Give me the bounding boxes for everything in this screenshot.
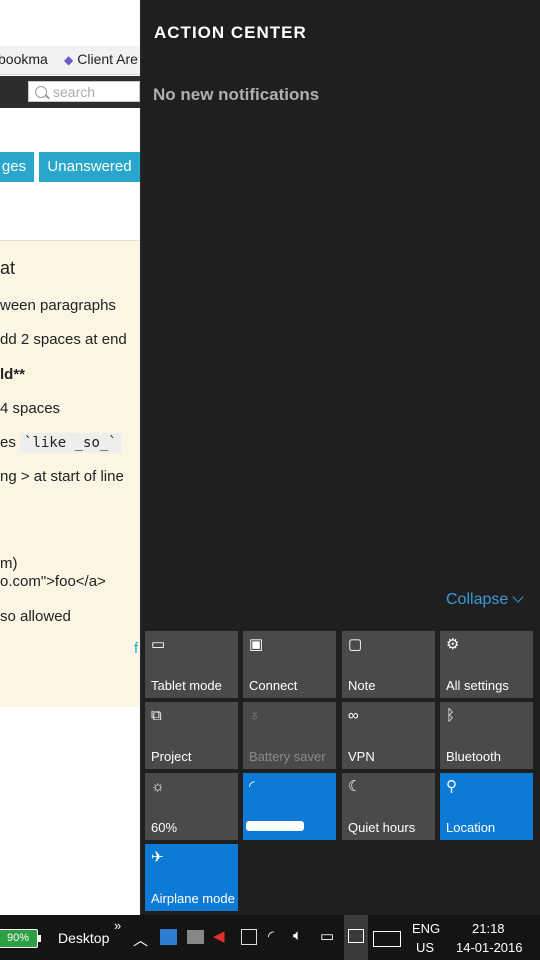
tile-project[interactable]: ⧉ Project [145, 702, 238, 769]
desktop-toolbar-label[interactable]: Desktop [58, 930, 109, 946]
tile-connect[interactable]: ▣ Connect [243, 631, 336, 698]
action-center-button[interactable] [344, 915, 368, 960]
notifications-empty-message: No new notifications [153, 85, 320, 104]
language-indicator[interactable]: ENG [412, 921, 440, 936]
tray-app-icon[interactable] [160, 929, 177, 945]
tile-location[interactable]: ⚲ Location [440, 773, 533, 840]
language-region[interactable]: US [416, 940, 434, 955]
airplane-icon: ✈ [151, 849, 164, 866]
help-line: so allowed [0, 608, 71, 625]
toolbar-more-chevron-icon[interactable]: » [114, 918, 121, 933]
browser-window: bookma ◆ Client Are search ges Unanswered… [0, 0, 140, 915]
tile-label: Connect [249, 678, 298, 693]
formatting-help-panel: at ween paragraphs dd 2 spaces at end ld… [0, 240, 140, 707]
wifi-icon: ◜ [249, 778, 255, 795]
help-line: ween paragraphs [0, 297, 116, 314]
project-icon: ⧉ [151, 707, 162, 724]
volume-icon[interactable]: 🔈︎ [293, 927, 302, 944]
tile-note[interactable]: ▢ Note [342, 631, 435, 698]
tile-quiet-hours[interactable]: ☾ Quiet hours [342, 773, 435, 840]
gear-icon: ⚙ [446, 636, 460, 653]
tile-label: All settings [446, 678, 509, 693]
taskbar: 90% Desktop » ︿ ◀ ◜ 🔈︎ ▭ ENG US 21:18 14… [0, 915, 540, 960]
tile-label: Project [151, 749, 192, 764]
bookmark-item[interactable]: bookma [0, 51, 48, 67]
clock-time[interactable]: 21:18 [472, 921, 505, 936]
help-line: ld** [0, 366, 26, 383]
help-heading: at [0, 258, 16, 278]
tile-battery-saver[interactable]: ♁ Battery saver [243, 702, 336, 769]
location-icon: ⚲ [446, 778, 457, 795]
collapse-label: Collapse [446, 591, 509, 608]
action-center-panel: ACTION CENTER No new notifications Colla… [140, 0, 540, 915]
help-line: es `like _so_` [0, 433, 121, 453]
tile-label: Note [348, 678, 376, 693]
wifi-icon[interactable]: ◜ [268, 927, 274, 945]
brightness-icon: ☼ [151, 778, 165, 795]
tile-label: Quiet hours [348, 820, 416, 835]
bookmark-favicon-icon: ◆ [64, 53, 74, 67]
battery-saver-icon: ♁ [249, 707, 261, 724]
bookmark-item-client-area[interactable]: ◆ Client Are [64, 51, 138, 67]
tab-messages[interactable]: ges [0, 152, 34, 182]
camera-icon[interactable] [241, 929, 257, 945]
bluetooth-icon: ᛒ [446, 707, 456, 724]
tablet-icon: ▭ [151, 636, 166, 653]
help-line: o.com">foo</a> [0, 573, 106, 590]
search-input[interactable]: search [28, 81, 140, 102]
vpn-icon: ∞ [348, 707, 359, 724]
note-icon: ▢ [348, 636, 363, 653]
tray-app-icon[interactable] [187, 930, 204, 944]
tile-label: VPN [348, 749, 375, 764]
tile-vpn[interactable]: ∞ VPN [342, 702, 435, 769]
tile-label: Bluetooth [446, 749, 501, 764]
help-text: es [0, 434, 16, 451]
tile-label: 60% [151, 820, 178, 835]
tile-label: Airplane mode [151, 891, 235, 906]
chevron-down-icon [512, 591, 524, 603]
code-sample: `like _so_` [20, 433, 121, 453]
tile-label: Battery saver [249, 749, 326, 764]
tile-label: Location [446, 820, 496, 835]
tile-bluetooth[interactable]: ᛒ Bluetooth [440, 702, 533, 769]
tile-airplane-mode[interactable]: ✈ Airplane mode [145, 844, 238, 911]
battery-indicator[interactable]: 90% [0, 929, 41, 948]
help-line: 4 spaces [0, 400, 61, 417]
tile-wifi[interactable]: ◜ [243, 773, 336, 840]
speaker-muted-icon[interactable]: ◀ [213, 927, 225, 945]
moon-icon: ☾ [348, 778, 362, 795]
notification-icon [348, 929, 364, 943]
help-link[interactable]: f [134, 640, 138, 657]
help-line: m) [0, 555, 18, 572]
site-header: search [0, 76, 140, 108]
tab-unanswered[interactable]: Unanswered [39, 152, 140, 182]
connect-icon: ▣ [249, 636, 264, 653]
help-line: ng > at start of line [0, 468, 124, 485]
search-icon [35, 86, 47, 98]
clock-date[interactable]: 14-01-2016 [456, 940, 523, 955]
power-icon[interactable]: ▭ [320, 927, 334, 945]
tile-label: Tablet mode [151, 678, 222, 693]
show-hidden-icons-chevron-icon[interactable]: ︿ [133, 929, 148, 950]
keyboard-icon[interactable] [373, 931, 401, 947]
network-name-redaction [246, 821, 304, 831]
search-placeholder: search [53, 84, 96, 100]
tile-all-settings[interactable]: ⚙ All settings [440, 631, 533, 698]
action-center-title: ACTION CENTER [154, 23, 307, 42]
bookmarks-bar: bookma ◆ Client Are [0, 46, 140, 75]
tile-tablet-mode[interactable]: ▭ Tablet mode [145, 631, 238, 698]
help-line: dd 2 spaces at end [0, 331, 127, 348]
bookmark-label: Client Are [77, 51, 138, 67]
collapse-button[interactable]: Collapse [446, 591, 524, 609]
tile-brightness[interactable]: ☼ 60% [145, 773, 238, 840]
